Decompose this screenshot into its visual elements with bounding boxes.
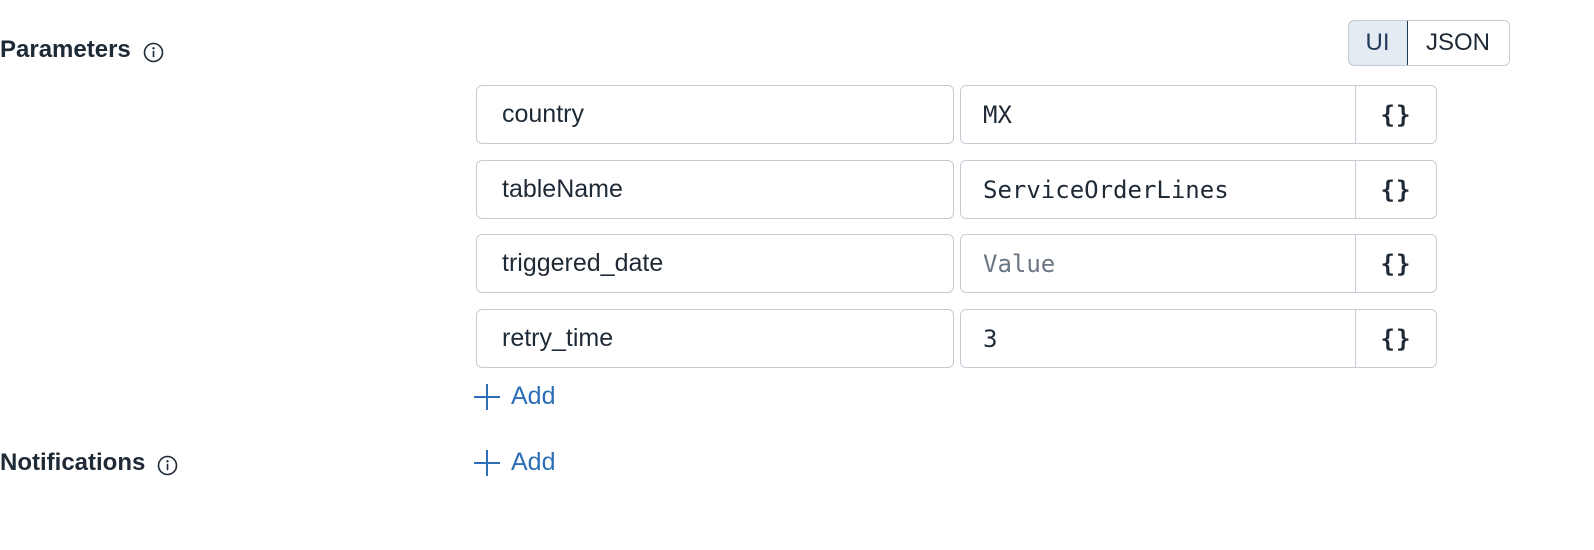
dynamic-value-button[interactable]: {} [1355, 310, 1436, 367]
info-icon[interactable] [143, 42, 164, 63]
view-mode-toggle: UI JSON [1348, 20, 1510, 66]
parameter-key-input[interactable]: retry_time [476, 309, 954, 368]
info-icon[interactable] [157, 455, 178, 476]
parameters-label-text: Parameters [0, 36, 131, 63]
parameter-value-input[interactable]: Value [961, 235, 1355, 292]
parameter-value-group: ServiceOrderLines {} [960, 160, 1437, 219]
plus-icon [473, 383, 501, 411]
plus-icon [473, 449, 501, 477]
parameter-value-group: 3 {} [960, 309, 1437, 368]
ui-mode-button[interactable]: UI [1348, 21, 1408, 65]
notifications-label-text: Notifications [0, 449, 146, 476]
parameter-key-input[interactable]: tableName [476, 160, 954, 219]
dynamic-value-button[interactable]: {} [1355, 161, 1436, 218]
dynamic-value-button[interactable]: {} [1355, 86, 1436, 143]
add-parameter-button[interactable]: Add [473, 382, 555, 411]
parameter-key-input[interactable]: country [476, 85, 954, 144]
parameter-value-input[interactable]: 3 [961, 310, 1355, 367]
add-parameter-label: Add [511, 382, 556, 410]
add-notification-button[interactable]: Add [473, 448, 555, 477]
parameters-label: Parameters [0, 36, 164, 64]
parameter-value-input[interactable]: MX [961, 86, 1355, 143]
parameter-value-group: MX {} [960, 85, 1437, 144]
notifications-label: Notifications [0, 449, 178, 477]
dynamic-value-button[interactable]: {} [1355, 235, 1436, 292]
parameter-key-input[interactable]: triggered_date [476, 234, 954, 293]
parameter-value-group: Value {} [960, 234, 1437, 293]
add-notification-label: Add [511, 448, 556, 476]
parameter-value-input[interactable]: ServiceOrderLines [961, 161, 1355, 218]
json-mode-button[interactable]: JSON [1407, 21, 1509, 65]
